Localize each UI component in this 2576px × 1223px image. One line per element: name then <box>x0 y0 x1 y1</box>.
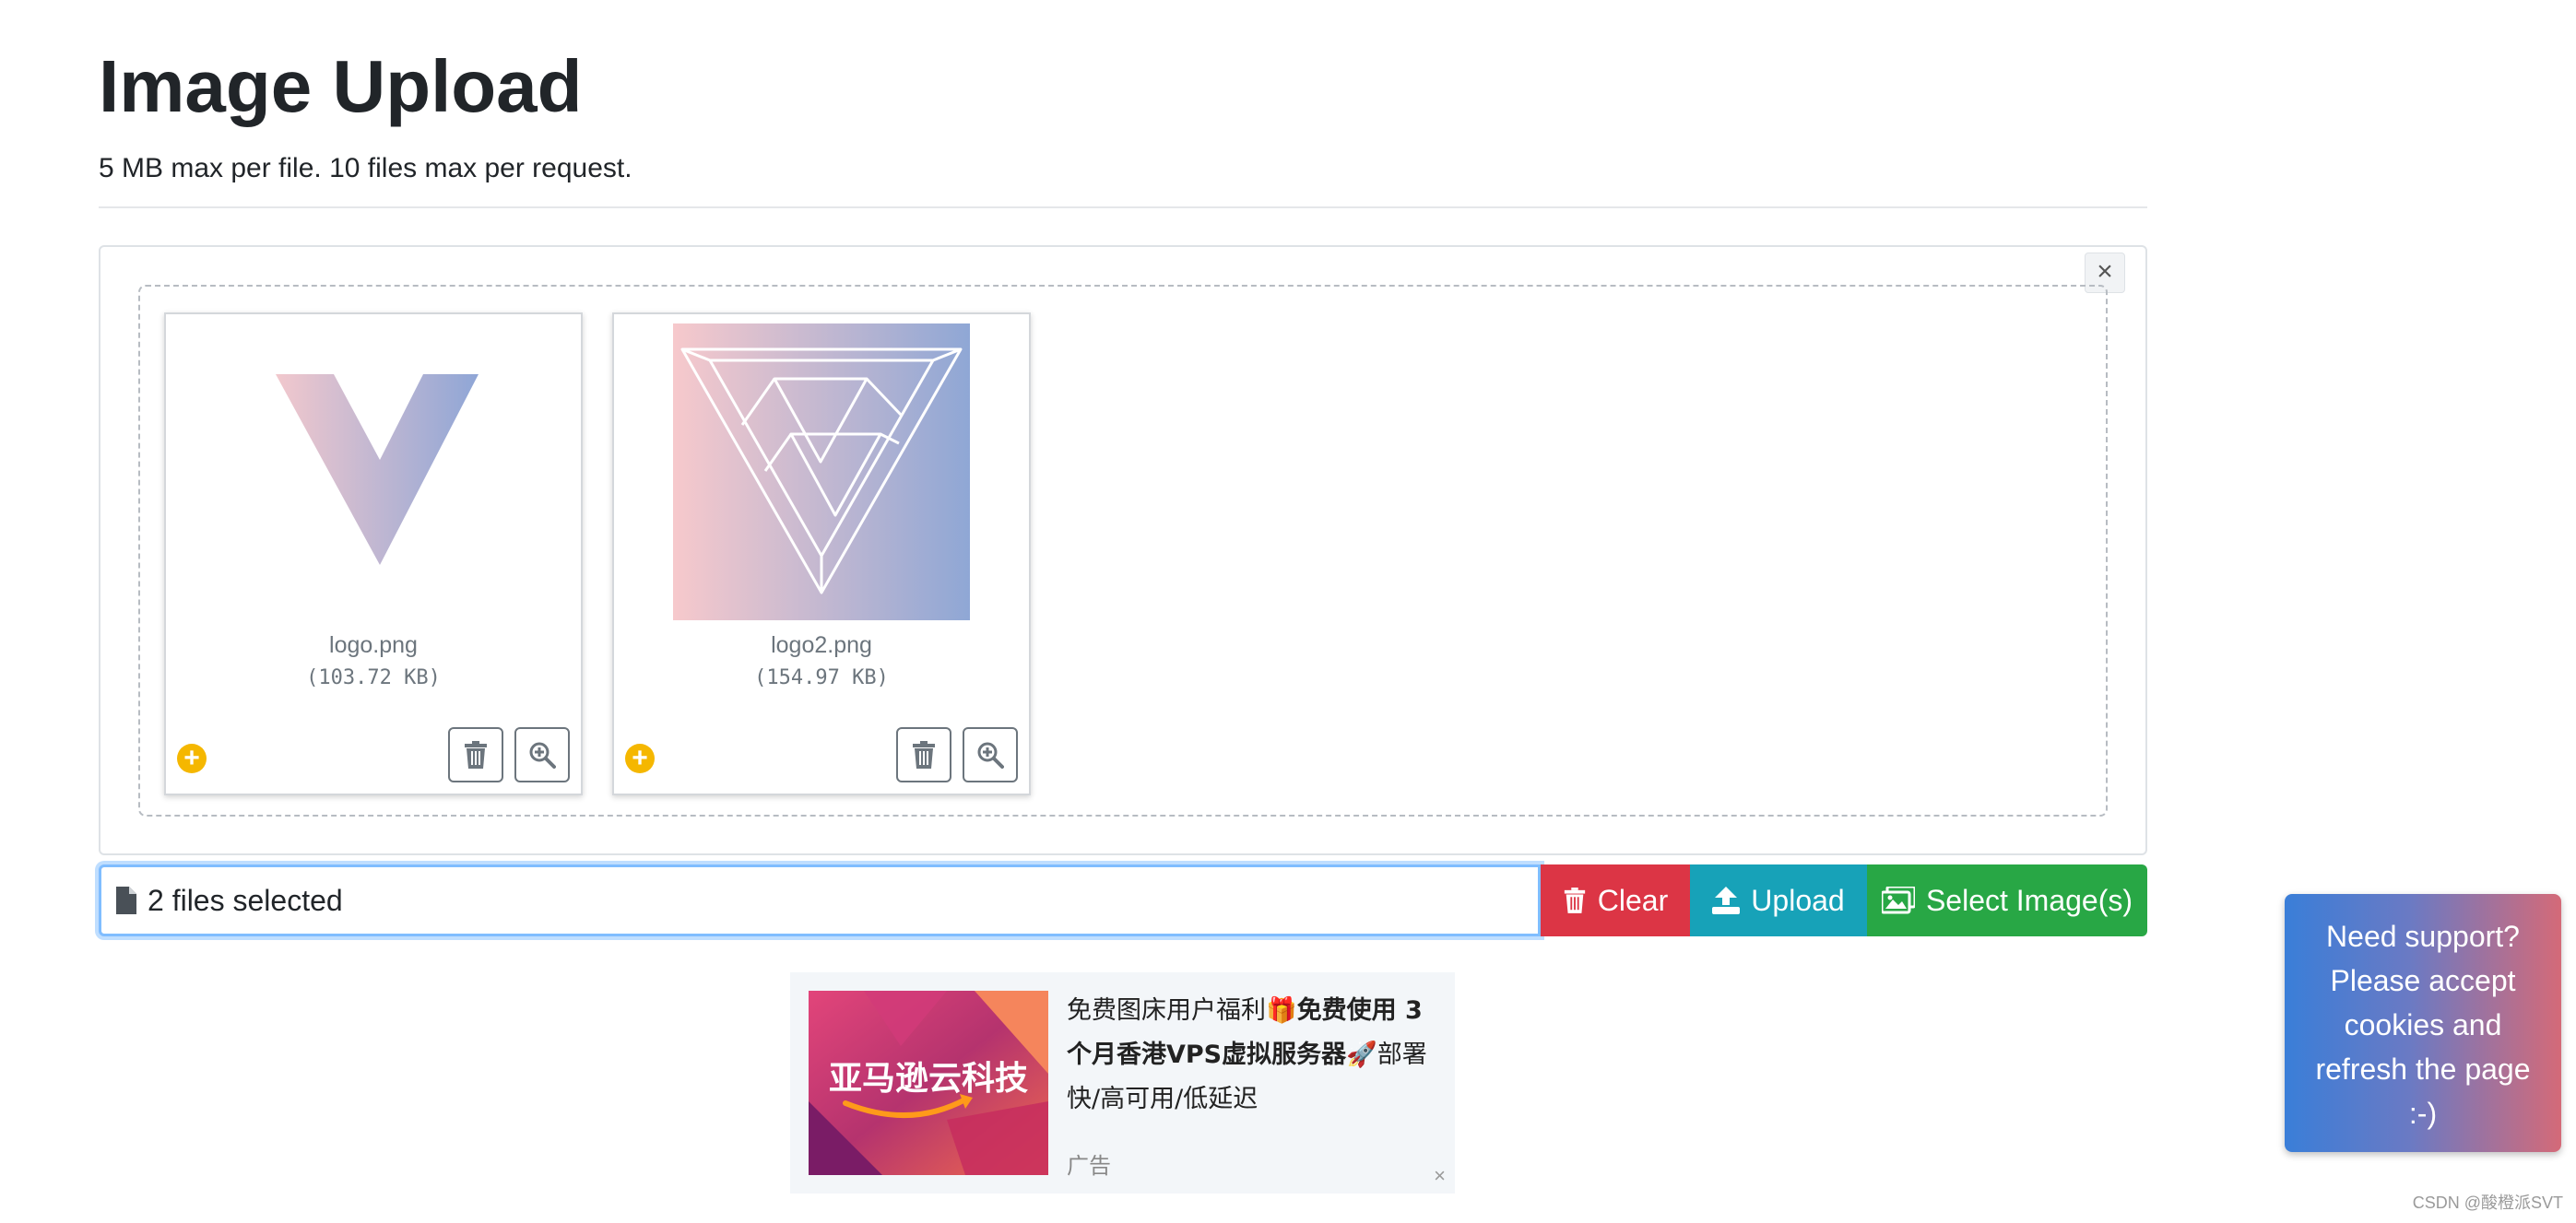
ad-image[interactable]: 亚马逊云科技 <box>809 991 1048 1175</box>
zoom-in-icon <box>977 742 1004 769</box>
delete-file-button[interactable] <box>448 727 503 782</box>
file-icon <box>116 887 136 914</box>
upload-button-label: Upload <box>1751 883 1845 917</box>
ad-brand-text: 亚马逊云科技 <box>828 1060 1028 1098</box>
watermark-text: CSDN @酸橙派SVT <box>2412 1194 2563 1212</box>
zoom-file-button[interactable] <box>514 727 570 782</box>
file-preview-thumbnail: logo2.png (154.97 KB) + <box>612 312 1031 795</box>
select-images-button[interactable]: Select Image(s) <box>1867 864 2147 936</box>
file-name: logo2.png <box>771 632 872 658</box>
clear-button-label: Clear <box>1597 883 1669 917</box>
gift-icon: 🎁 <box>1266 996 1297 1025</box>
zoom-in-icon <box>529 742 556 769</box>
upload-icon <box>1712 887 1741 914</box>
file-drop-zone[interactable]: logo.png (103.72 KB) + logo2.png (154.97… <box>138 285 2108 817</box>
logo2-image <box>673 323 970 620</box>
ad-message-prefix: 免费图床用户福利 <box>1067 996 1266 1025</box>
file-input-group: 2 files selected Clear Upload Select Ima… <box>99 864 2147 936</box>
file-preview-thumbnail: logo.png (103.72 KB) + <box>164 312 583 795</box>
header-divider <box>99 206 2147 208</box>
delete-file-button[interactable] <box>896 727 951 782</box>
page-title: Image Upload <box>99 45 583 127</box>
support-notice[interactable]: Need support? Please accept cookies and … <box>2285 894 2561 1152</box>
upload-button[interactable]: Upload <box>1690 864 1867 936</box>
trash-icon <box>1564 888 1585 913</box>
plus-circle-icon: + <box>625 744 655 773</box>
images-icon <box>1881 887 1915 914</box>
ad-close-button[interactable]: × <box>1434 1164 1446 1188</box>
logo-image <box>276 374 479 565</box>
file-size: (154.97 KB) <box>754 666 889 689</box>
file-preview-panel: × logo.png (103.72 KB) + logo2.png (154.… <box>99 245 2147 855</box>
file-size: (103.72 KB) <box>306 666 441 689</box>
upload-limits-text: 5 MB max per file. 10 files max per requ… <box>99 153 632 183</box>
file-caption-input[interactable]: 2 files selected <box>99 864 1541 936</box>
page: Image Upload 5 MB max per file. 10 files… <box>0 0 2576 1223</box>
select-images-button-label: Select Image(s) <box>1925 883 2133 917</box>
rocket-icon: 🚀 <box>1346 1041 1377 1069</box>
plus-circle-icon: + <box>177 744 207 773</box>
trash-icon <box>465 741 487 769</box>
zoom-file-button[interactable] <box>963 727 1018 782</box>
clear-button[interactable]: Clear <box>1541 864 1690 936</box>
trash-icon <box>913 741 935 769</box>
advertisement-banner[interactable]: 亚马逊云科技 免费图床用户福利🎁免费使用 3 个月香港VPS虚拟服务器🚀部署快/… <box>790 972 1455 1194</box>
file-caption-text: 2 files selected <box>148 883 343 917</box>
ad-message[interactable]: 免费图床用户福利🎁免费使用 3 个月香港VPS虚拟服务器🚀部署快/高可用/低延迟 <box>1067 989 1436 1122</box>
ad-label: 广告 <box>1067 1153 1111 1179</box>
file-name: logo.png <box>329 632 418 658</box>
